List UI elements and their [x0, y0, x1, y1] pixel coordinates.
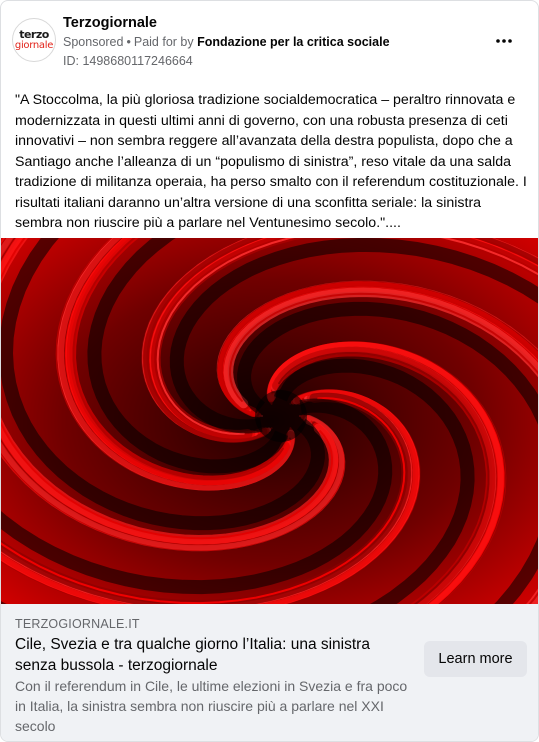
- learn-more-button[interactable]: Learn more: [424, 641, 527, 677]
- avatar-text-bottom: giornale: [14, 40, 54, 51]
- sponsored-label[interactable]: Sponsored: [63, 35, 123, 49]
- paid-for-prefix: Paid for by: [133, 35, 194, 49]
- avatar-text-top: terzo: [19, 28, 49, 41]
- meta-separator: •: [126, 35, 131, 49]
- sponsor-name: Fondazione per la critica sociale: [197, 35, 390, 49]
- link-headline[interactable]: Cile, Svezia e tra qualche giorno l’Ital…: [15, 634, 410, 676]
- post-header: terzo giornale Terzogiornale Sponsored • P…: [1, 1, 538, 79]
- more-options-glyph: [496, 39, 512, 43]
- sponsored-meta: Sponsored • Paid for by Fondazione per la …: [63, 35, 390, 49]
- ellipsis-icon[interactable]: [492, 31, 516, 51]
- link-footer[interactable]: TERZOGIORNALE.IT Cile, Svezia e tra qual…: [1, 604, 538, 741]
- ad-post-card: terzo giornale Terzogiornale Sponsored • P…: [0, 0, 539, 742]
- page-avatar[interactable]: terzo giornale: [12, 18, 56, 62]
- ad-id: ID: 1498680117246664: [63, 54, 193, 68]
- post-body-text: "A Stoccolma, la più gloriosa tradizione…: [15, 92, 527, 231]
- page-name-link[interactable]: Terzogiornale: [63, 15, 157, 31]
- red-swirl-image: [1, 238, 538, 604]
- link-domain: TERZOGIORNALE.IT: [15, 617, 140, 631]
- link-preview-image[interactable]: [1, 238, 538, 604]
- link-description: Con il referendum in Cile, le ultime ele…: [15, 678, 408, 734]
